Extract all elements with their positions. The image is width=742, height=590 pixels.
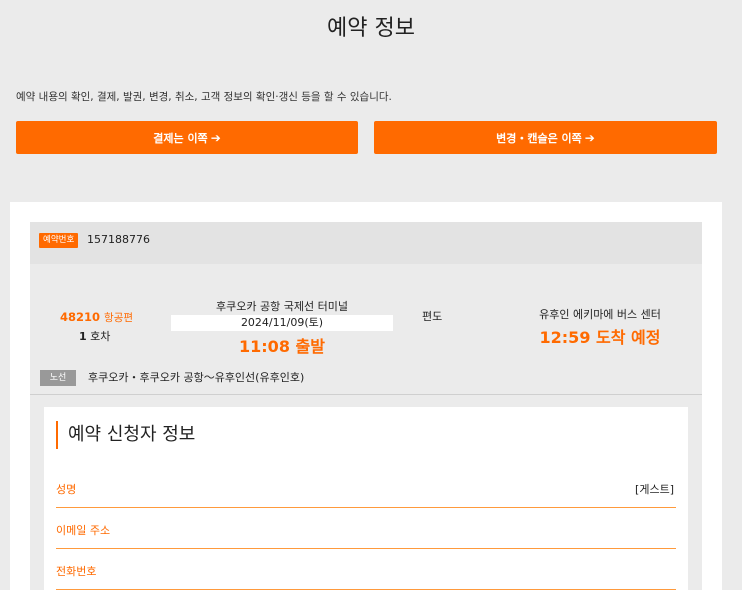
departure-terminal: 후쿠오카 공항 국제선 터미널 xyxy=(216,300,348,313)
change-cancel-button[interactable]: 변경・캔슬은 이쪽 ➔ xyxy=(374,121,717,154)
route-name: 후쿠오카・후쿠오카 공항～유후인선(유후인호) xyxy=(88,371,305,384)
email-row: 이메일 주소 xyxy=(56,508,676,549)
reservation-number-badge: 예약번호 xyxy=(39,233,79,248)
intro-text: 예약 내용의 확인, 결제, 발권, 변경, 취소, 고객 정보의 확인·갱신 … xyxy=(16,91,392,103)
reservation-card: 예약번호 157188776 48210 항공편 1 호차 후쿠오카 공항 국제… xyxy=(10,202,722,590)
payment-button[interactable]: 결제는 이쪽 ➔ xyxy=(16,121,358,154)
change-cancel-button-label: 변경・캔슬은 이쪽 xyxy=(496,131,582,145)
flight-number: 48210 항공편 xyxy=(60,310,133,325)
car-number-suffix: 호차 xyxy=(90,330,111,343)
departure-date: 2024/11/09(토) xyxy=(171,315,393,331)
page-title: 예약 정보 xyxy=(327,16,415,41)
reservation-summary: 예약번호 157188776 48210 항공편 1 호차 후쿠오카 공항 국제… xyxy=(30,222,702,590)
section-title: 예약 신청자 정보 xyxy=(56,421,195,449)
arrival-time: 12:59 도착 예정 xyxy=(539,328,661,347)
email-label: 이메일 주소 xyxy=(56,524,111,537)
phone-label: 전화번호 xyxy=(56,565,97,578)
reservation-number: 157188776 xyxy=(87,233,150,246)
applicant-section: 예약 신청자 정보 성명 [게스트] 이메일 주소 전화번호 xyxy=(44,407,688,590)
phone-row: 전화번호 xyxy=(56,549,676,590)
name-value: [게스트] xyxy=(635,483,674,496)
name-label: 성명 xyxy=(56,483,77,496)
flight-number-value: 48210 xyxy=(60,310,101,324)
name-row: 성명 [게스트] xyxy=(56,467,676,508)
arrow-right-icon: ➔ xyxy=(584,130,595,145)
arrow-right-icon: ➔ xyxy=(210,130,221,145)
arrival-terminal: 유후인 에키마에 버스 센터 xyxy=(539,308,661,321)
car-number-value: 1 xyxy=(79,330,87,343)
car-number: 1 호차 xyxy=(79,328,110,344)
payment-button-label: 결제는 이쪽 xyxy=(153,131,208,145)
departure-time: 11:08 출발 xyxy=(239,337,325,356)
flight-number-suffix: 항공편 xyxy=(104,312,134,324)
divider xyxy=(30,394,702,395)
trip-type: 편도 xyxy=(422,310,443,323)
reservation-header: 예약번호 157188776 xyxy=(30,222,702,264)
route-badge: 노선 xyxy=(40,370,76,386)
